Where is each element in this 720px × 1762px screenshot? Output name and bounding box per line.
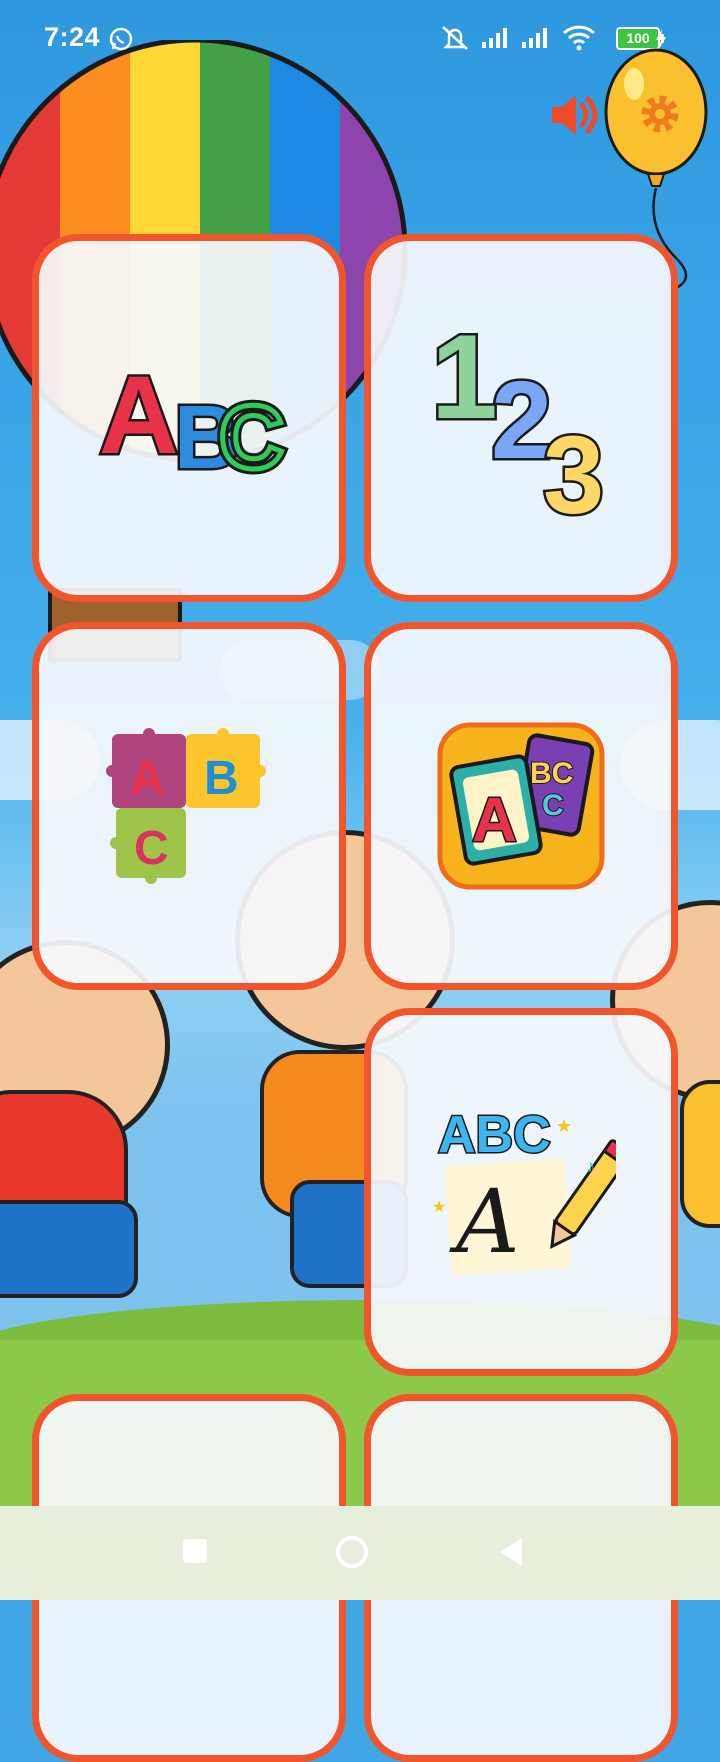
abc-cards-art: BC C A — [437, 722, 605, 890]
svg-text:A: A — [449, 1170, 520, 1273]
whatsapp-icon — [109, 27, 133, 51]
svg-text:B: B — [204, 752, 239, 805]
wifi-icon — [562, 25, 596, 51]
svg-text:BC: BC — [530, 757, 573, 790]
svg-text:A: A — [472, 786, 517, 855]
gear-icon[interactable] — [641, 95, 679, 133]
svg-text:★: ★ — [432, 1199, 446, 1216]
home-icon[interactable] — [334, 1534, 370, 1570]
tile-abc-cards[interactable]: BC C A — [364, 622, 678, 990]
svg-text:C: C — [219, 388, 284, 488]
svg-text:★: ★ — [556, 1116, 572, 1136]
mute-icon — [442, 26, 468, 50]
tile-abc-writing[interactable]: ABC A ★ ★ ♪ — [364, 1008, 678, 1376]
puzzle-abc-art: A B C — [106, 728, 266, 884]
tile-puzzle-abc[interactable]: A B C — [32, 622, 346, 990]
svg-text:A: A — [130, 752, 165, 805]
recents-icon[interactable] — [180, 1536, 210, 1566]
charging-icon — [656, 29, 666, 49]
navigation-bar — [0, 1506, 720, 1600]
signal-icon — [482, 28, 507, 48]
speaker-icon[interactable] — [548, 88, 602, 142]
svg-text:C: C — [542, 789, 564, 822]
signal-icon-2 — [522, 28, 547, 48]
svg-text:3: 3 — [543, 414, 604, 528]
abc-writing-art: ABC A ★ ★ ♪ — [432, 1105, 616, 1276]
svg-text:ABC: ABC — [438, 1106, 551, 1164]
123-numbers-art: 1 2 3 — [429, 308, 607, 528]
svg-text:A: A — [99, 354, 178, 477]
status-time: 7:24 — [44, 22, 101, 52]
back-icon[interactable] — [496, 1536, 526, 1568]
svg-text:1: 1 — [431, 310, 498, 444]
svg-text:♪: ♪ — [586, 1156, 595, 1176]
svg-text:C: C — [134, 822, 169, 875]
tile-123-numbers[interactable]: 1 2 3 — [364, 234, 678, 602]
abc-letters-art: A B C C — [97, 352, 290, 494]
tile-abc-letters[interactable]: A B C C — [32, 234, 346, 602]
